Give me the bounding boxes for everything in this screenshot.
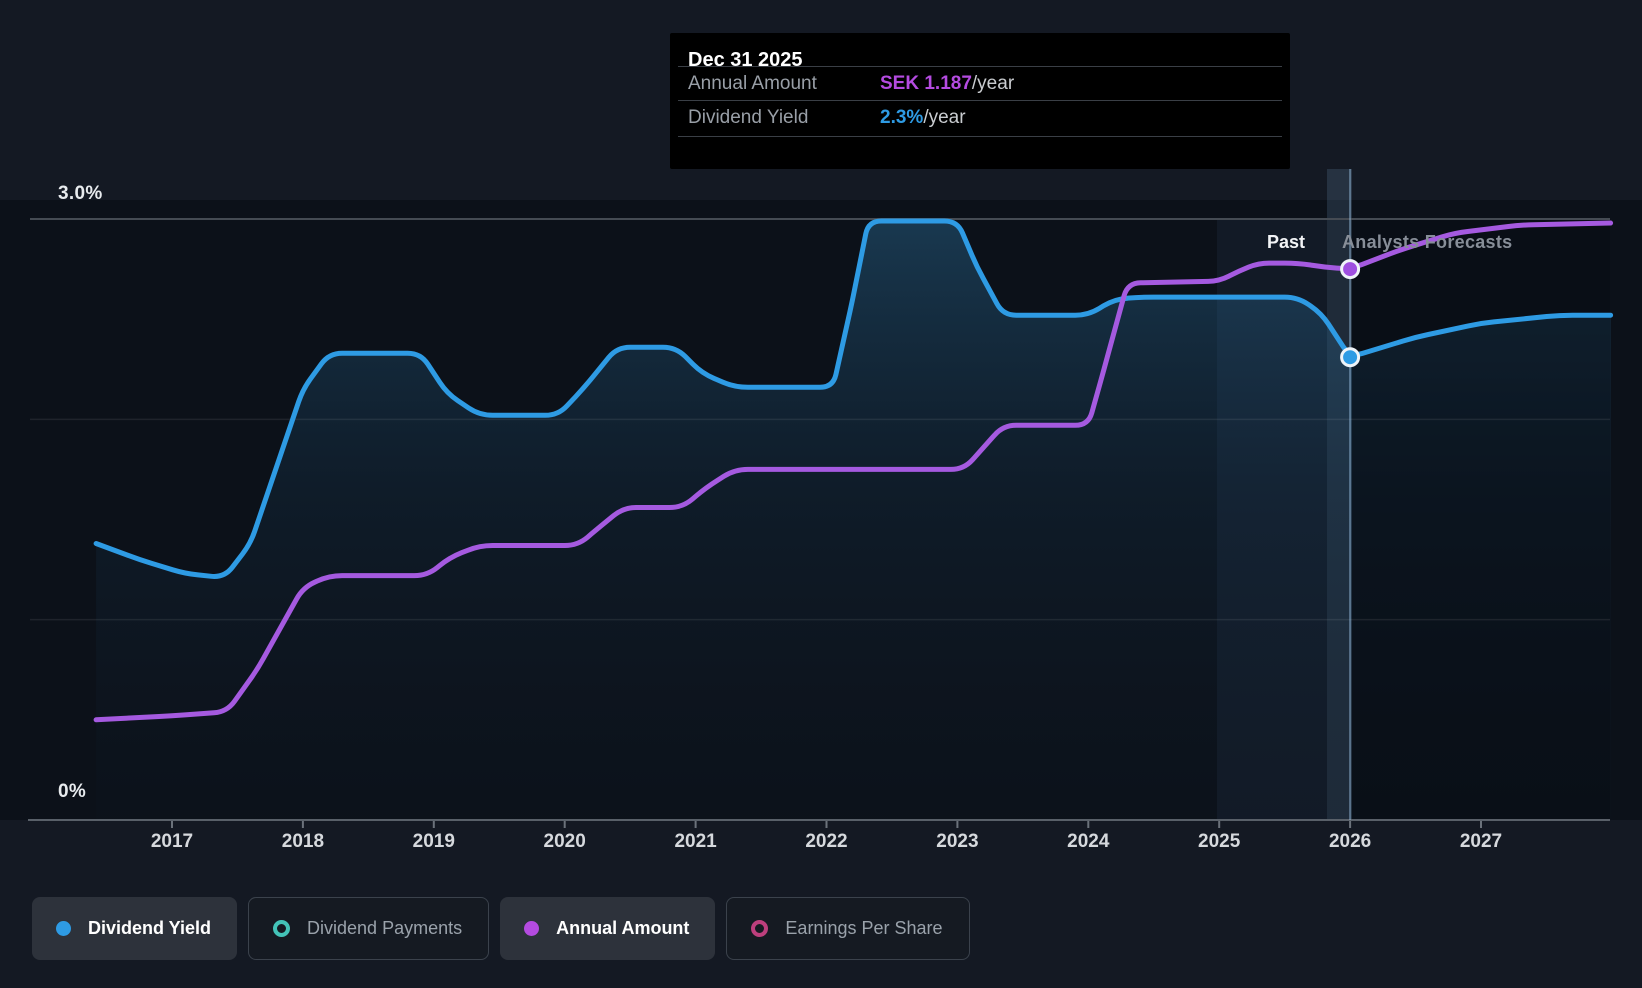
x-axis-label: 2021 [674,831,717,852]
legend-label: Annual Amount [556,918,690,938]
tooltip-value-suffix: /year [971,72,1015,94]
legend-item-dividend-payments[interactable]: Dividend Payments [248,897,490,960]
x-axis-label: 2023 [936,831,979,852]
tooltip-bottom-divider [678,136,1282,137]
x-axis-label: 2026 [1328,831,1372,852]
past-region-label: Past [1266,232,1306,252]
forecast-region-overlay [1352,219,1610,820]
chart-legend: Dividend Yield Dividend Payments Annual … [32,897,970,960]
tooltip-value-suffix: /year [923,106,966,128]
legend-label: Dividend Yield [88,918,212,938]
annual-amount-marker[interactable] [1340,259,1361,280]
tooltip-value-dividend-yield: 2.3% [880,106,924,128]
x-axis-label: 2024 [1067,831,1110,852]
x-axis-label: 2019 [412,831,455,852]
forecast-region-label: Analysts Forecasts [1342,232,1513,252]
x-axis-label: 2017 [150,831,194,852]
x-axis-label: 2018 [281,831,325,852]
blue-dot-icon [56,921,71,936]
y-axis-label-top: 3.0% [58,183,103,204]
tooltip-row-dividend-yield: Dividend Yield 2.3% /year [678,100,1282,134]
purple-dot-icon [524,921,540,936]
y-axis-label-bottom: 0% [58,781,87,802]
x-axis-label: 2027 [1459,831,1503,852]
legend-label: Dividend Payments [307,918,463,938]
legend-item-dividend-yield[interactable]: Dividend Yield [32,897,238,960]
tooltip-date: Dec 31 2025 [688,49,803,71]
teal-ring-icon [273,920,291,937]
x-axis-label: 2022 [805,831,848,852]
x-axis-label: 2020 [543,831,586,852]
pink-ring-icon [751,920,769,937]
tooltip-label: Dividend Yield [688,106,809,128]
legend-item-annual-amount[interactable]: Annual Amount [500,897,716,960]
dividend-chart-app: 3.0% 0% 2017 2018 2019 2020 2021 2022 2023 2024… [0,0,1642,988]
dividend-yield-marker[interactable] [1340,347,1361,368]
tooltip-label: Annual Amount [688,72,817,94]
x-axis-label: 2025 [1198,831,1241,852]
tooltip-value-annual-amount: SEK 1.187 [880,72,972,94]
chart-tooltip: Dec 31 2025 Annual Amount SEK 1.187 /yea… [670,33,1290,169]
legend-label: Earnings Per Share [785,918,943,938]
legend-item-earnings-per-share[interactable]: Earnings Per Share [726,897,970,960]
